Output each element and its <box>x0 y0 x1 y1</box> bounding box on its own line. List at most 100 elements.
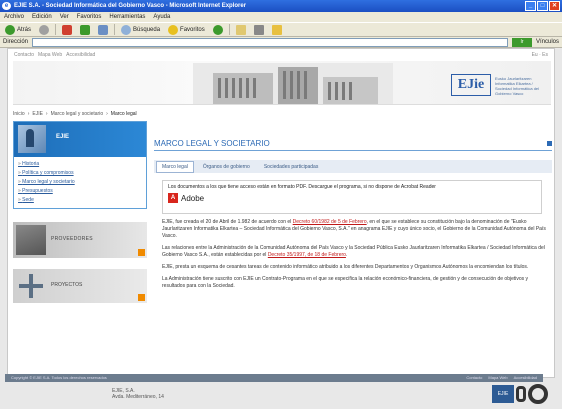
promo-suppliers-label: PROVEEDORES <box>51 236 93 242</box>
main-content: MARCO LEGAL Y SOCIETARIO Marco legal Órg… <box>154 139 552 290</box>
quality-seal-icon <box>528 384 548 404</box>
ejie-logo[interactable]: EJie <box>451 74 491 96</box>
footer-links: Contacto Mapa Web Accesibilidad <box>466 374 537 382</box>
media-button[interactable] <box>211 24 225 36</box>
menu-tools[interactable]: Herramientas <box>109 12 145 22</box>
forward-arrow-icon <box>39 24 50 35</box>
menu-edit[interactable]: Edición <box>32 12 52 22</box>
ejie-nav-header: EJIE <box>14 122 146 157</box>
search-label: Búsqueda <box>133 26 161 33</box>
close-button[interactable]: ✕ <box>549 1 560 11</box>
toolbar-separator <box>228 24 230 35</box>
menu-favorites[interactable]: Favoritos <box>77 12 102 22</box>
promo-projects-label: PROYECTOS <box>51 282 83 288</box>
favorites-label: Favoritos <box>180 26 205 33</box>
footer-contact[interactable]: Contacto <box>466 374 482 382</box>
mail-icon <box>235 24 246 35</box>
tab-legal-framework[interactable]: Marco legal <box>156 160 194 173</box>
sidebar-link-history[interactable]: Historia <box>18 160 142 169</box>
orange-arrow-icon <box>138 249 145 256</box>
site-footer: Copyright © EJIE S.A. Todos los derechos… <box>5 374 543 382</box>
language-links[interactable]: Eu · Es <box>532 52 548 58</box>
breadcrumb-ejie[interactable]: EJIE <box>32 111 43 117</box>
promo-projects[interactable]: PROYECTOS <box>13 269 147 303</box>
accessibility-icon <box>516 386 526 402</box>
sidebar-link-policy[interactable]: Política y compromisos <box>18 169 142 178</box>
toolbar-separator <box>114 24 116 35</box>
cross-icon <box>19 274 43 298</box>
utilnav-accessibility[interactable]: Accesibilidad <box>66 52 95 58</box>
refresh-button[interactable] <box>78 24 92 36</box>
paragraph-contract: La Administración tiene suscrito con EJI… <box>162 276 546 290</box>
ejie-badge: EJIE <box>492 385 514 403</box>
print-button[interactable] <box>252 24 266 36</box>
address-input[interactable] <box>32 37 508 47</box>
footer-sitemap[interactable]: Mapa Web <box>488 374 507 382</box>
paragraph-text: . <box>345 252 348 258</box>
sidebar-link-budget[interactable]: Presupuestos <box>18 187 142 196</box>
breadcrumb-home[interactable]: Inicio <box>13 111 25 117</box>
adobe-reader-link[interactable]: A Adobe <box>168 193 536 203</box>
go-button[interactable]: Ir <box>511 37 532 47</box>
search-button[interactable]: Búsqueda <box>119 24 162 36</box>
paragraph-text: EJIE, presta un esquema de cesantes tare… <box>162 264 529 270</box>
window-controls: _ □ ✕ <box>525 1 560 11</box>
home-button[interactable] <box>96 24 110 36</box>
decree-link[interactable]: Decreto 35/1997, de 18 de Febrero <box>268 252 346 258</box>
sidebar-link-legal[interactable]: Marco legal y societario <box>18 178 142 187</box>
ie-icon: e <box>2 2 11 10</box>
menu-help[interactable]: Ayuda <box>153 12 170 22</box>
menu-bar: Archivo Edición Ver Favoritos Herramient… <box>0 12 562 22</box>
refresh-icon <box>80 24 91 35</box>
paragraph-founding: EJIE, fue creada el 20 de Abril de 1.982… <box>162 219 546 240</box>
back-button[interactable]: Atrás <box>3 24 33 36</box>
links-label[interactable]: Vínculos <box>536 39 559 45</box>
stop-button[interactable] <box>60 24 74 36</box>
promo-suppliers[interactable]: PROVEEDORES <box>13 222 147 258</box>
stop-icon <box>62 24 73 35</box>
logo-subtitle: Eusko Jaurlaritzaren Informatika Elkarte… <box>495 76 540 96</box>
breadcrumb-separator: › <box>45 111 48 117</box>
company-street: Avda. Mediterráneo, 14 <box>112 394 164 400</box>
page-title: MARCO LEGAL Y SOCIETARIO <box>154 139 552 151</box>
tab-subsidiaries[interactable]: Sociedades participadas <box>259 162 323 172</box>
building-photo <box>193 63 393 104</box>
search-icon <box>121 24 132 35</box>
address-label: Dirección <box>3 39 29 45</box>
adobe-label: Adobe <box>181 193 205 203</box>
person-photo <box>18 125 46 153</box>
sidebar-link-headquarters[interactable]: Sede <box>18 196 142 205</box>
sidebar: EJIE Historia Política y compromisos Mar… <box>13 121 147 303</box>
mail-button[interactable] <box>234 24 248 36</box>
pdf-notice: Los documentos a los que tiene acceso es… <box>162 180 542 214</box>
print-icon <box>253 24 264 35</box>
paragraph-text: EJIE, fue creada el 20 de Abril de 1.982… <box>162 219 292 225</box>
forward-button[interactable] <box>37 24 51 36</box>
minimize-button[interactable]: _ <box>525 1 536 11</box>
browser-viewport: Contacto Mapa Web Accesibilidad Eu · Es … <box>0 48 562 409</box>
breadcrumb-legal[interactable]: Marco legal y societario <box>51 111 104 117</box>
media-icon <box>212 24 223 35</box>
footer-accessibility[interactable]: Accesibilidad <box>514 374 537 382</box>
web-page: Contacto Mapa Web Accesibilidad Eu · Es … <box>7 48 555 378</box>
ejie-nav-links: Historia Política y compromisos Marco le… <box>14 157 146 208</box>
utilnav-sitemap[interactable]: Mapa Web <box>38 52 62 58</box>
content-tabs: Marco legal Órganos de gobierno Sociedad… <box>154 160 552 173</box>
utilnav-contact[interactable]: Contacto <box>14 52 34 58</box>
toolbar: Atrás Búsqueda Favoritos <box>0 22 562 37</box>
paragraph-text: Las relaciones entre la Administración d… <box>162 245 545 258</box>
title-bar: e EJIE S.A. - Sociedad Informática del G… <box>0 0 562 12</box>
breadcrumb-current: Marco legal <box>110 111 137 117</box>
folder-button[interactable] <box>270 24 284 36</box>
window-title: EJIE S.A. - Sociedad Informática del Gob… <box>14 3 247 9</box>
menu-view[interactable]: Ver <box>60 12 69 22</box>
menu-file[interactable]: Archivo <box>4 12 24 22</box>
copyright: Copyright © EJIE S.A. Todos los derechos… <box>11 375 107 380</box>
tab-governing-bodies[interactable]: Órganos de gobierno <box>198 162 255 172</box>
back-label: Atrás <box>17 26 32 33</box>
maximize-button[interactable]: □ <box>537 1 548 11</box>
favorites-button[interactable]: Favoritos <box>166 24 207 36</box>
company-address: EJIE, S.A. Avda. Mediterráneo, 14 <box>112 388 164 400</box>
decree-link[interactable]: Decreto 60/1982 de 5 de Febrero <box>293 219 367 225</box>
paragraph-text: La Administración tiene suscrito con EJI… <box>162 276 529 289</box>
